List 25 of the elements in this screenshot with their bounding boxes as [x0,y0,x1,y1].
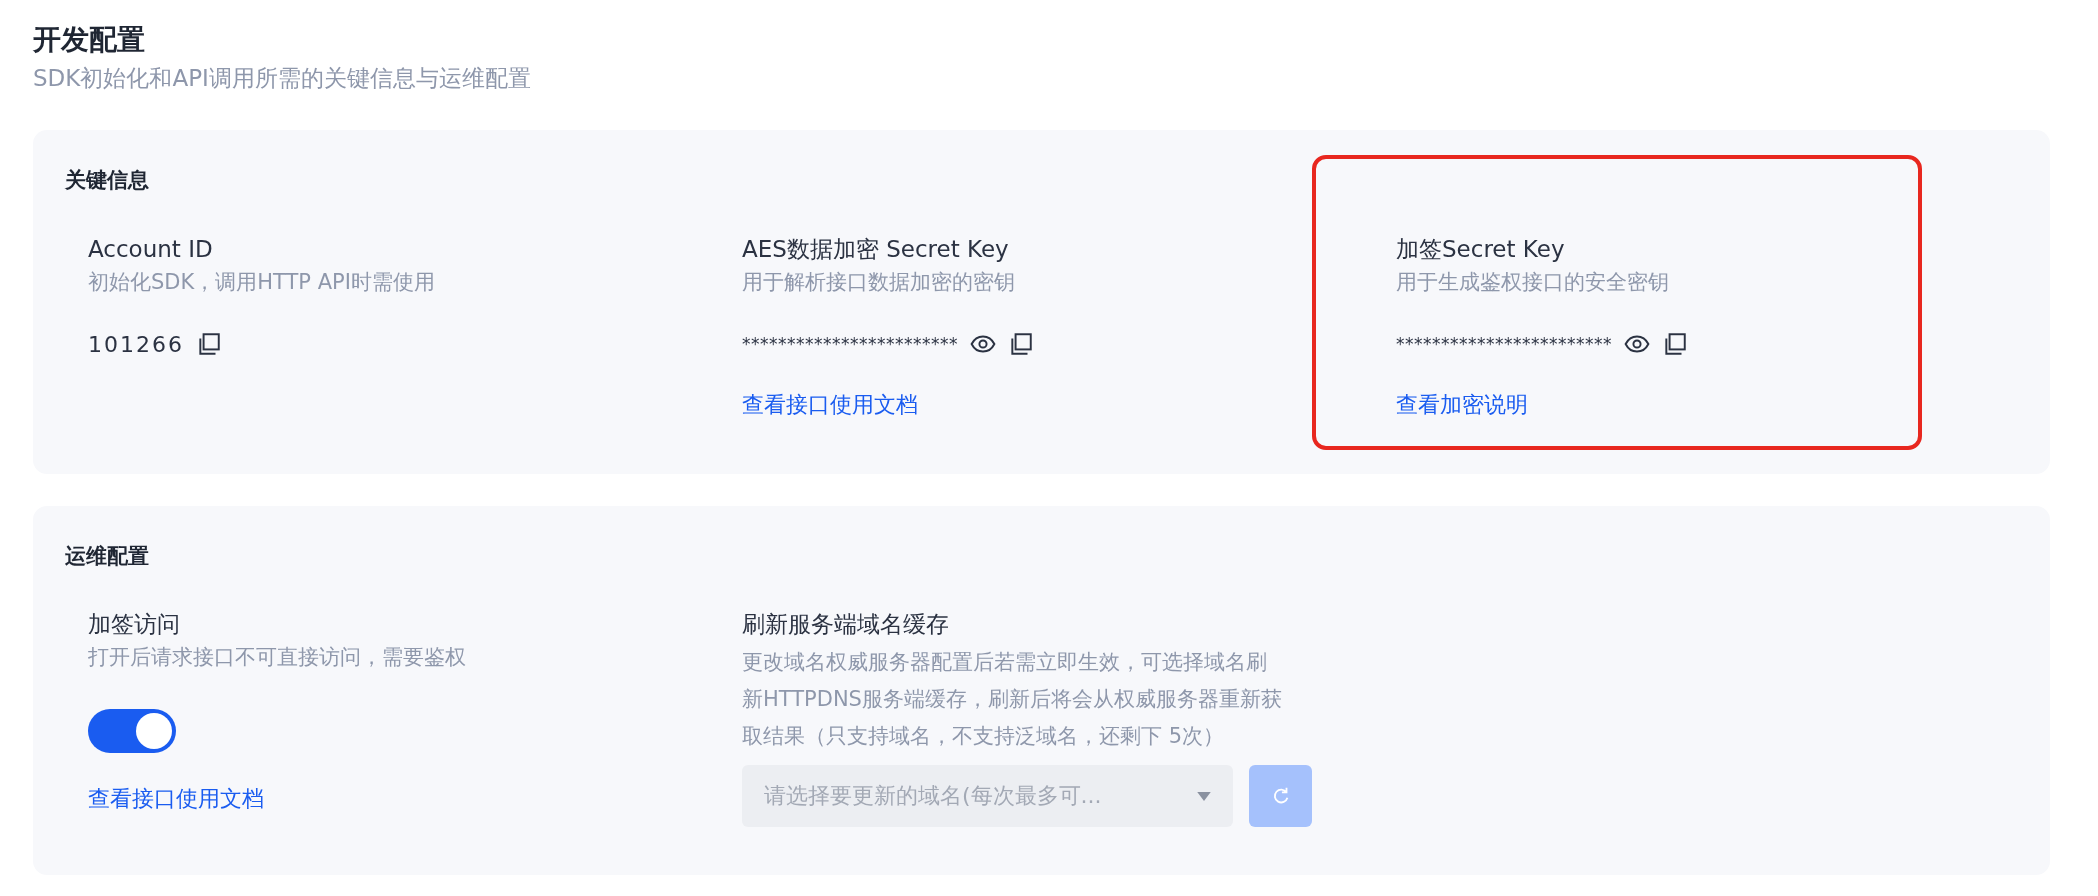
page-subtitle: SDK初始化和API调用所需的关键信息与运维配置 [33,64,532,93]
section-title: 运维配置 [65,543,150,570]
page-title: 开发配置 [33,22,146,58]
copy-icon[interactable] [1008,331,1034,357]
field-label: 刷新服务端域名缓存 [742,611,950,637]
field-label: 加签访问 [88,611,181,637]
copy-icon[interactable] [196,331,222,357]
doc-link[interactable]: 查看接口使用文档 [88,786,264,812]
doc-link[interactable]: 查看加密说明 [1396,392,1528,418]
field-description: 更改域名权威服务器配置后若需立即生效，可选择域名刷新HTTPDNS服务端缓存，刷新后将会从权威服务器重新获取结果（只支持域名，不支持泛域名，还剩下 5次） [742,649,1283,750]
toggle-switch[interactable] [88,709,176,753]
caret-icon [1197,791,1211,801]
field-value: ************************ [1396,334,1612,354]
field-label: Account ID [88,236,214,262]
field-description: 用于解析接口数据加密的密钥 [742,270,1016,294]
doc-link[interactable]: 查看接口使用文档 [742,392,918,418]
field-value: ************************ [742,334,958,354]
field-label: AES数据加密 Secret Key [742,236,1010,262]
field-label: 加签Secret Key [1396,236,1566,262]
section-title: 关键信息 [65,167,150,194]
field-description: 初始化SDK，调用HTTP API时需使用 [88,270,436,294]
copy-icon[interactable] [1662,331,1688,357]
field-description: 打开后请求接口不可直接访问，需要鉴权 [88,645,467,669]
field-value: 101266 [88,331,184,357]
field-description: 用于生成鉴权接口的安全密钥 [1396,270,1670,294]
